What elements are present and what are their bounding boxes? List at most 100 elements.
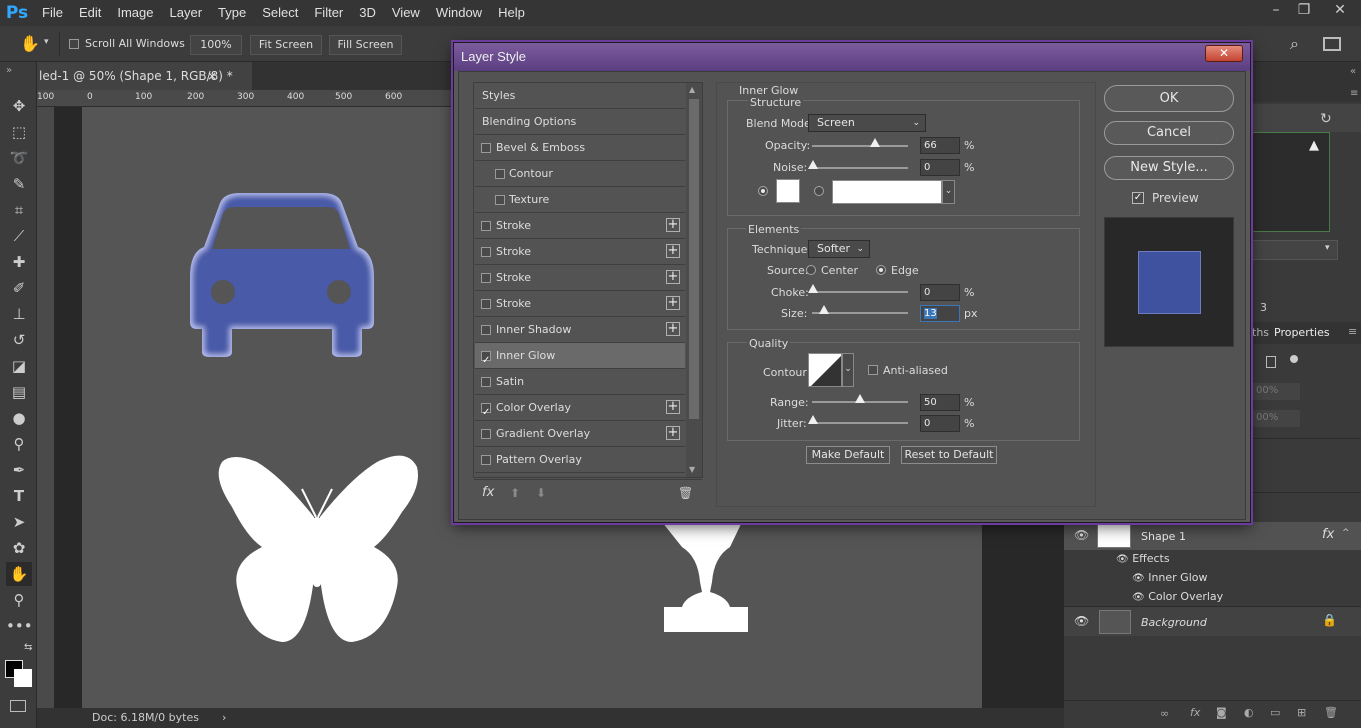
stamp-tool-icon[interactable]: ⊥ — [6, 302, 32, 326]
visibility-eye-icon[interactable]: 👁 — [1074, 528, 1089, 542]
channel-dropdown[interactable]: ▾ — [1252, 240, 1338, 260]
fill-field[interactable]: 00% — [1252, 410, 1300, 427]
add-effect-icon[interactable]: + — [666, 322, 680, 336]
mask-icon[interactable]: ◙ — [1216, 706, 1227, 719]
pen-tool-icon[interactable]: ✒ — [6, 458, 32, 482]
menu-select[interactable]: Select — [254, 0, 306, 26]
styles-header[interactable]: Styles — [475, 83, 685, 109]
opacity-field[interactable]: 66 — [920, 137, 960, 154]
menu-help[interactable]: Help — [490, 0, 533, 26]
add-effect-icon[interactable]: + — [666, 426, 680, 440]
quick-mask-icon[interactable] — [10, 700, 26, 712]
size-field[interactable]: 13 — [920, 305, 960, 322]
contour-picker[interactable] — [808, 353, 842, 387]
effect-row-color-overlay[interactable]: 👁 Color Overlay — [1132, 590, 1223, 603]
eyedropper-tool-icon[interactable]: ⟋ — [6, 224, 32, 248]
style-item[interactable]: Inner Shadow + — [475, 317, 685, 343]
style-checkbox[interactable] — [481, 400, 491, 426]
restore-icon[interactable]: ❐ — [1290, 0, 1318, 22]
style-item[interactable]: Stroke + — [475, 239, 685, 265]
type-tool-icon[interactable]: T — [6, 484, 32, 508]
style-checkbox[interactable] — [481, 221, 491, 231]
gradient-picker[interactable] — [832, 180, 942, 204]
path-select-icon[interactable]: ➤ — [6, 510, 32, 534]
style-checkbox[interactable] — [481, 348, 491, 374]
trash-icon[interactable]: 🗑 — [678, 486, 693, 500]
scroll-up-icon[interactable]: ▲ — [689, 85, 695, 94]
technique-select[interactable]: Softer ⌄ — [808, 240, 870, 258]
adjustment-icon[interactable]: ◐ — [1244, 706, 1254, 719]
cancel-button[interactable]: Cancel — [1104, 121, 1234, 145]
add-effect-icon[interactable]: + — [666, 296, 680, 310]
marquee-tool-icon[interactable]: ⬚ — [6, 120, 32, 144]
lock-position-icon[interactable] — [1290, 355, 1298, 363]
background-color-swatch[interactable] — [14, 669, 32, 687]
style-item[interactable]: Bevel & Emboss — [475, 135, 685, 161]
scrollbar-thumb[interactable] — [689, 99, 699, 419]
scroll-all-windows-checkbox[interactable] — [69, 39, 79, 49]
range-slider-handle[interactable] — [855, 394, 865, 403]
anti-aliased-checkbox[interactable] — [868, 365, 878, 375]
healing-brush-icon[interactable]: ✚ — [6, 250, 32, 274]
glow-color-swatch[interactable] — [776, 179, 800, 203]
menu-edit[interactable]: Edit — [71, 0, 109, 26]
warning-icon[interactable]: ▲ — [1309, 138, 1319, 153]
ok-button[interactable]: OK — [1104, 85, 1234, 112]
dodge-tool-icon[interactable]: ⚲ — [6, 432, 32, 456]
menu-filter[interactable]: Filter — [306, 0, 351, 26]
menu-3d[interactable]: 3D — [351, 0, 384, 26]
fx-icon[interactable]: fx — [1190, 706, 1200, 719]
style-item[interactable]: Inner Glow — [475, 343, 685, 374]
visibility-eye-icon[interactable]: 👁 — [1116, 554, 1129, 565]
collapse-panel-icon[interactable]: « — [1350, 66, 1356, 77]
style-item[interactable]: Texture — [475, 187, 685, 213]
jitter-slider-handle[interactable] — [808, 415, 818, 424]
crop-tool-icon[interactable]: ⌗ — [6, 198, 32, 222]
menu-view[interactable]: View — [384, 0, 428, 26]
fx-icon[interactable]: fx — [1322, 527, 1334, 542]
link-icon[interactable]: ∞ — [1160, 707, 1169, 720]
size-slider-handle[interactable] — [819, 305, 829, 314]
fill-screen-button[interactable]: Fill Screen — [329, 35, 402, 55]
style-item[interactable]: Stroke + — [475, 265, 685, 291]
style-checkbox[interactable] — [481, 273, 491, 283]
style-checkbox[interactable] — [481, 143, 491, 153]
workspace-icon[interactable] — [1323, 37, 1341, 51]
move-down-icon[interactable]: ⬇ — [536, 486, 546, 500]
move-up-icon[interactable]: ⬆ — [510, 486, 520, 500]
panel-menu-icon[interactable]: ≡ — [1350, 88, 1358, 99]
noise-slider-track[interactable] — [812, 167, 908, 169]
choke-slider-track[interactable] — [812, 291, 908, 293]
chevron-up-icon[interactable]: ^ — [1342, 528, 1350, 538]
gradient-radio[interactable] — [814, 186, 824, 196]
swap-colors-icon[interactable]: ⇆ — [24, 642, 32, 653]
close-icon[interactable]: ✕ — [1326, 0, 1354, 22]
layer-row-shape[interactable]: 👁 Shape 1 fx ^ — [1064, 522, 1361, 550]
noise-field[interactable]: 0 — [920, 159, 960, 176]
fx-icon[interactable]: fx — [482, 485, 494, 500]
add-effect-icon[interactable]: + — [666, 400, 680, 414]
new-layer-icon[interactable]: ⊞ — [1297, 706, 1306, 719]
tab-paths[interactable]: ths — [1252, 326, 1269, 339]
hand-tool-icon[interactable]: ✋ — [20, 34, 40, 53]
hand-tool-icon[interactable]: ✋ — [6, 562, 32, 586]
new-style-button[interactable]: New Style... — [1104, 156, 1234, 180]
jitter-slider-track[interactable] — [812, 422, 908, 424]
chevron-down-icon[interactable]: ⌄ — [942, 180, 955, 204]
folder-icon[interactable]: ▭ — [1270, 706, 1280, 719]
preview-checkbox[interactable]: ✓ — [1132, 192, 1144, 204]
fit-screen-button[interactable]: Fit Screen — [250, 35, 322, 55]
visibility-eye-icon[interactable]: 👁 — [1132, 592, 1145, 603]
brush-tool-icon[interactable]: ✐ — [6, 276, 32, 300]
menu-image[interactable]: Image — [109, 0, 161, 26]
add-effect-icon[interactable]: + — [666, 218, 680, 232]
style-item[interactable]: Color Overlay + — [475, 395, 685, 426]
chevron-down-icon[interactable]: ⌄ — [842, 353, 854, 387]
lock-pixels-icon[interactable] — [1266, 356, 1276, 368]
style-checkbox[interactable] — [481, 299, 491, 309]
opacity-slider-handle[interactable] — [870, 138, 880, 147]
style-checkbox[interactable] — [495, 195, 505, 205]
trash-icon[interactable]: 🗑 — [1324, 706, 1338, 719]
style-item[interactable]: Stroke + — [475, 213, 685, 239]
quick-select-tool-icon[interactable]: ✎ — [6, 172, 32, 196]
